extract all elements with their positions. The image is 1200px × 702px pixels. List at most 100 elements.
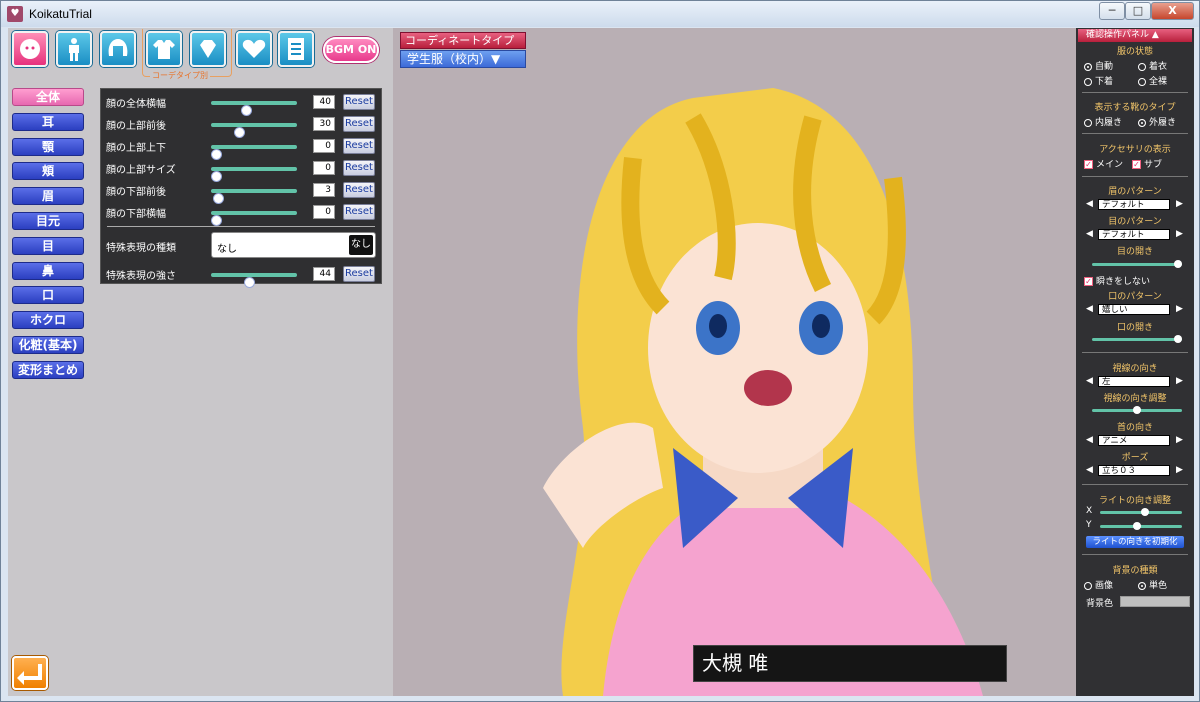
slider-track[interactable] — [211, 167, 297, 182]
slider-track[interactable] — [211, 189, 297, 204]
hair-tab-icon[interactable] — [100, 31, 136, 67]
coordinate-type-button[interactable]: コーディネートタイプ — [400, 32, 526, 49]
slider-reset-button[interactable]: Reset — [343, 204, 375, 220]
next-arrow-icon[interactable]: ▶ — [1176, 304, 1183, 314]
option-label: サブ — [1144, 160, 1163, 170]
minimize-button[interactable]: ─ — [1099, 2, 1125, 20]
prev-arrow-icon[interactable]: ◀ — [1086, 465, 1093, 475]
prev-arrow-icon[interactable]: ◀ — [1086, 435, 1093, 445]
slider-reset-button[interactable]: Reset — [343, 266, 375, 282]
maximize-button[interactable]: □ — [1125, 2, 1151, 20]
slider-value-input[interactable]: 0 — [313, 205, 335, 219]
mouth-open-slider[interactable] — [1092, 335, 1182, 343]
face-tab-icon[interactable] — [12, 31, 48, 67]
slider-knob[interactable] — [1133, 406, 1141, 414]
slider-reset-button[interactable]: Reset — [343, 138, 375, 154]
category-mole[interactable]: ホクロ — [12, 311, 84, 330]
clothes-state-title: 服の状態 — [1116, 47, 1153, 57]
light-x-slider[interactable] — [1100, 508, 1182, 516]
prev-arrow-icon[interactable]: ◀ — [1086, 304, 1093, 314]
clothes-state-dressed[interactable]: 着衣 — [1138, 59, 1167, 72]
light-y-slider[interactable] — [1100, 522, 1182, 530]
clothes-tab-icon[interactable] — [146, 31, 182, 67]
category-overall[interactable]: 全体 — [12, 88, 84, 106]
slider-knob[interactable] — [1141, 508, 1149, 516]
slider-value-input[interactable]: 40 — [313, 95, 335, 109]
prev-arrow-icon[interactable]: ◀ — [1086, 199, 1093, 209]
slider-knob[interactable] — [1133, 522, 1141, 530]
next-arrow-icon[interactable]: ▶ — [1176, 376, 1183, 386]
category-nose[interactable]: 鼻 — [12, 261, 84, 280]
background-image-radio[interactable]: 画像 — [1084, 578, 1113, 591]
heart-tab-icon[interactable] — [236, 31, 272, 67]
slider-value-input[interactable]: 44 — [313, 267, 335, 281]
slider-knob[interactable] — [1174, 260, 1182, 268]
background-color-swatch[interactable] — [1120, 596, 1190, 607]
slider-track[interactable] — [211, 211, 297, 226]
control-panel-header[interactable]: 確認操作パネル ▲ — [1078, 29, 1192, 42]
category-eye[interactable]: 目 — [12, 236, 84, 255]
slider-track[interactable] — [211, 145, 297, 160]
slider-value-input[interactable]: 30 — [313, 117, 335, 131]
body-tab-icon[interactable] — [56, 31, 92, 67]
clothes-state-underwear[interactable]: 下着 — [1084, 74, 1113, 87]
reset-light-button[interactable]: ライトの向きを初期化 — [1086, 536, 1184, 548]
coordinate-type-select[interactable]: 学生服（校内）▼ — [400, 50, 526, 68]
accessory-tab-icon[interactable] — [190, 31, 226, 67]
clothes-state-auto[interactable]: 自動 — [1084, 59, 1113, 72]
shoes-indoor[interactable]: 内履き — [1084, 115, 1122, 128]
accessory-main-checkbox[interactable]: ✓ メイン — [1084, 157, 1123, 170]
pose-select[interactable]: ◀ 立ち０３ ▶ — [1086, 465, 1184, 476]
prev-arrow-icon[interactable]: ◀ — [1086, 376, 1093, 386]
eye-open-slider[interactable] — [1092, 260, 1182, 268]
slider-track[interactable] — [211, 273, 297, 288]
title-bar[interactable]: ♥ KoikatuTrial ─ □ X — [1, 1, 1199, 27]
category-makeup[interactable]: 化粧(基本) — [12, 335, 84, 354]
accessory-sub-checkbox[interactable]: ✓ サブ — [1132, 157, 1162, 170]
option-label: 自動 — [1095, 62, 1114, 72]
slider-knob[interactable] — [244, 277, 255, 288]
document-tab-icon[interactable] — [278, 31, 314, 67]
slider-track[interactable] — [211, 101, 297, 116]
category-cheek[interactable]: 頬 — [12, 162, 84, 181]
shoes-outdoor[interactable]: 外履き — [1138, 115, 1176, 128]
slider-value-input[interactable]: 0 — [313, 161, 335, 175]
gaze-select[interactable]: ◀ 左 ▶ — [1086, 376, 1184, 387]
slider-reset-button[interactable]: Reset — [343, 160, 375, 176]
next-arrow-icon[interactable]: ▶ — [1176, 465, 1183, 475]
slider-reset-button[interactable]: Reset — [343, 182, 375, 198]
mouth-pattern-select[interactable]: ◀ 嬉しい ▶ — [1086, 304, 1184, 315]
slider-value-input[interactable]: 3 — [313, 183, 335, 197]
bgm-toggle-button[interactable]: BGM ON — [323, 37, 379, 63]
background-solid-radio[interactable]: 単色 — [1138, 578, 1167, 591]
close-button[interactable]: X — [1151, 2, 1194, 20]
slider-knob[interactable] — [211, 215, 222, 226]
next-arrow-icon[interactable]: ▶ — [1176, 435, 1183, 445]
clothes-state-nude[interactable]: 全裸 — [1138, 74, 1167, 87]
slider-reset-button[interactable]: Reset — [343, 94, 375, 110]
slider-value-input[interactable]: 0 — [313, 139, 335, 153]
next-arrow-icon[interactable]: ▶ — [1176, 229, 1183, 239]
eyebrow-pattern-select[interactable]: ◀ デフォルト ▶ — [1086, 199, 1184, 210]
slider-knob[interactable] — [1174, 335, 1182, 343]
neck-select[interactable]: ◀ アニメ ▶ — [1086, 435, 1184, 446]
category-ear[interactable]: 耳 — [12, 112, 84, 131]
expression-type-dropdown[interactable]: なし なし — [211, 232, 376, 258]
category-chin[interactable]: 顎 — [12, 137, 84, 156]
left-panel: コーデタイプ別 BGM ON 全体 耳 顎 頬 眉 目元 目 鼻 口 ホクロ 化… — [8, 28, 393, 696]
gaze-adjust-slider[interactable] — [1092, 406, 1182, 414]
category-eyebrow[interactable]: 眉 — [12, 187, 84, 206]
expression-type-button[interactable]: なし — [349, 235, 373, 255]
slider-track[interactable] — [211, 123, 297, 138]
category-mouth[interactable]: 口 — [12, 286, 84, 305]
slider-reset-button[interactable]: Reset — [343, 116, 375, 132]
category-eye-area[interactable]: 目元 — [12, 211, 84, 230]
eye-pattern-select[interactable]: ◀ デフォルト ▶ — [1086, 229, 1184, 240]
category-transform[interactable]: 変形まとめ — [12, 360, 84, 379]
back-button[interactable] — [12, 656, 48, 690]
next-arrow-icon[interactable]: ▶ — [1176, 199, 1183, 209]
character-viewport[interactable] — [393, 28, 1076, 696]
eye-pattern-title: 目のパターン — [1108, 217, 1162, 227]
no-blink-checkbox[interactable]: ✓ 瞬きをしない — [1084, 274, 1150, 287]
prev-arrow-icon[interactable]: ◀ — [1086, 229, 1093, 239]
